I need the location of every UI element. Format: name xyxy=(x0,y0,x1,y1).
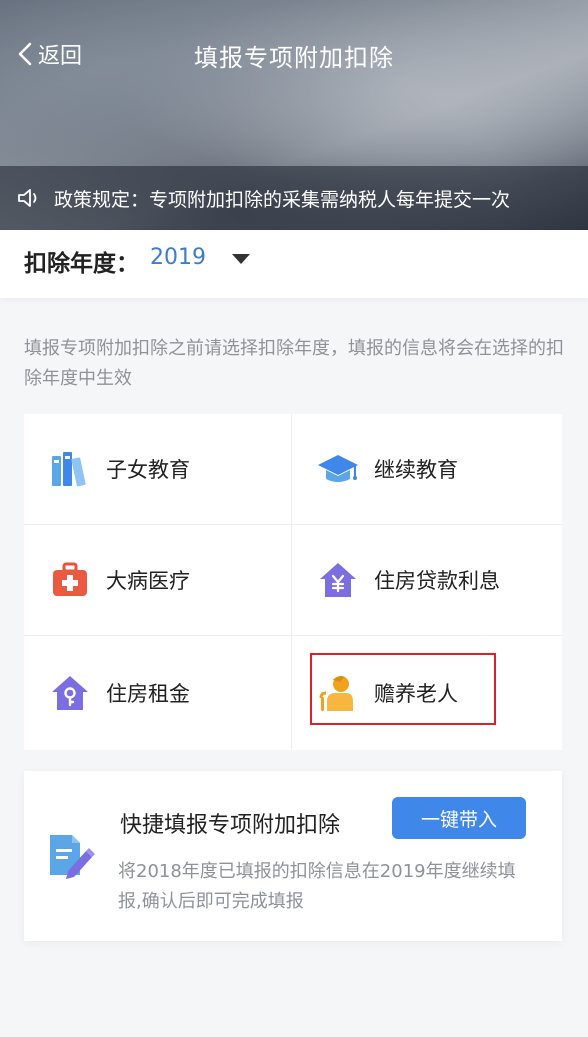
category-elderly-support[interactable]: 赡养老人 xyxy=(292,636,562,750)
notice-text: 政策规定：专项附加扣除的采集需纳税人每年提交一次 xyxy=(54,188,511,211)
page-title: 填报专项附加扣除 xyxy=(194,44,394,72)
deduction-category-grid: 子女教育 继续教育 大病医疗 住房贷款利息 住房租金 赡养老人 xyxy=(24,414,562,750)
category-label: 大病医疗 xyxy=(106,569,190,593)
caret-down-icon[interactable] xyxy=(232,254,250,264)
category-label: 子女教育 xyxy=(106,458,190,482)
category-serious-illness-medical[interactable]: 大病医疗 xyxy=(24,525,292,636)
tip-text: 填报专项附加扣除之前请选择扣除年度，填报的信息将会在选择的扣除年度中生效 xyxy=(24,338,564,389)
category-label: 住房贷款利息 xyxy=(374,569,500,593)
category-continuing-education[interactable]: 继续教育 xyxy=(292,414,562,525)
category-label: 赡养老人 xyxy=(374,682,458,706)
books-icon xyxy=(48,447,92,491)
category-label: 继续教育 xyxy=(374,458,458,482)
edit-document-icon xyxy=(46,831,96,887)
one-click-import-button[interactable]: 一键带入 xyxy=(392,797,526,839)
year-label: 扣除年度： xyxy=(24,251,139,277)
speaker-icon xyxy=(16,187,42,209)
category-housing-rent[interactable]: 住房租金 xyxy=(24,636,292,750)
notice-bar: 政策规定：专项附加扣除的采集需纳税人每年提交一次 xyxy=(0,166,588,230)
header-banner: 返回 填报专项附加扣除 政策规定：专项附加扣除的采集需纳税人每年提交一次 xyxy=(0,0,588,230)
quick-fill-description: 将2018年度已填报的扣除信息在2019年度继续填报,确认后即可完成填报 xyxy=(118,861,516,912)
category-children-education[interactable]: 子女教育 xyxy=(24,414,292,525)
elderly-person-icon xyxy=(316,671,360,715)
house-key-icon xyxy=(48,671,92,715)
quick-fill-card: 快捷填报专项附加扣除 一键带入 将2018年度已填报的扣除信息在2019年度继续… xyxy=(24,771,562,941)
year-selector: 扣除年度： 2019 xyxy=(0,230,588,298)
house-yen-icon xyxy=(316,558,360,602)
category-label: 住房租金 xyxy=(106,682,190,706)
category-housing-loan-interest[interactable]: 住房贷款利息 xyxy=(292,525,562,636)
quick-fill-title: 快捷填报专项附加扣除 xyxy=(120,813,341,838)
graduation-cap-icon xyxy=(316,447,360,491)
top-nav-bar: 返回 填报专项附加扣除 xyxy=(0,28,588,80)
medical-kit-icon xyxy=(48,558,92,602)
year-value[interactable]: 2019 xyxy=(150,245,206,270)
